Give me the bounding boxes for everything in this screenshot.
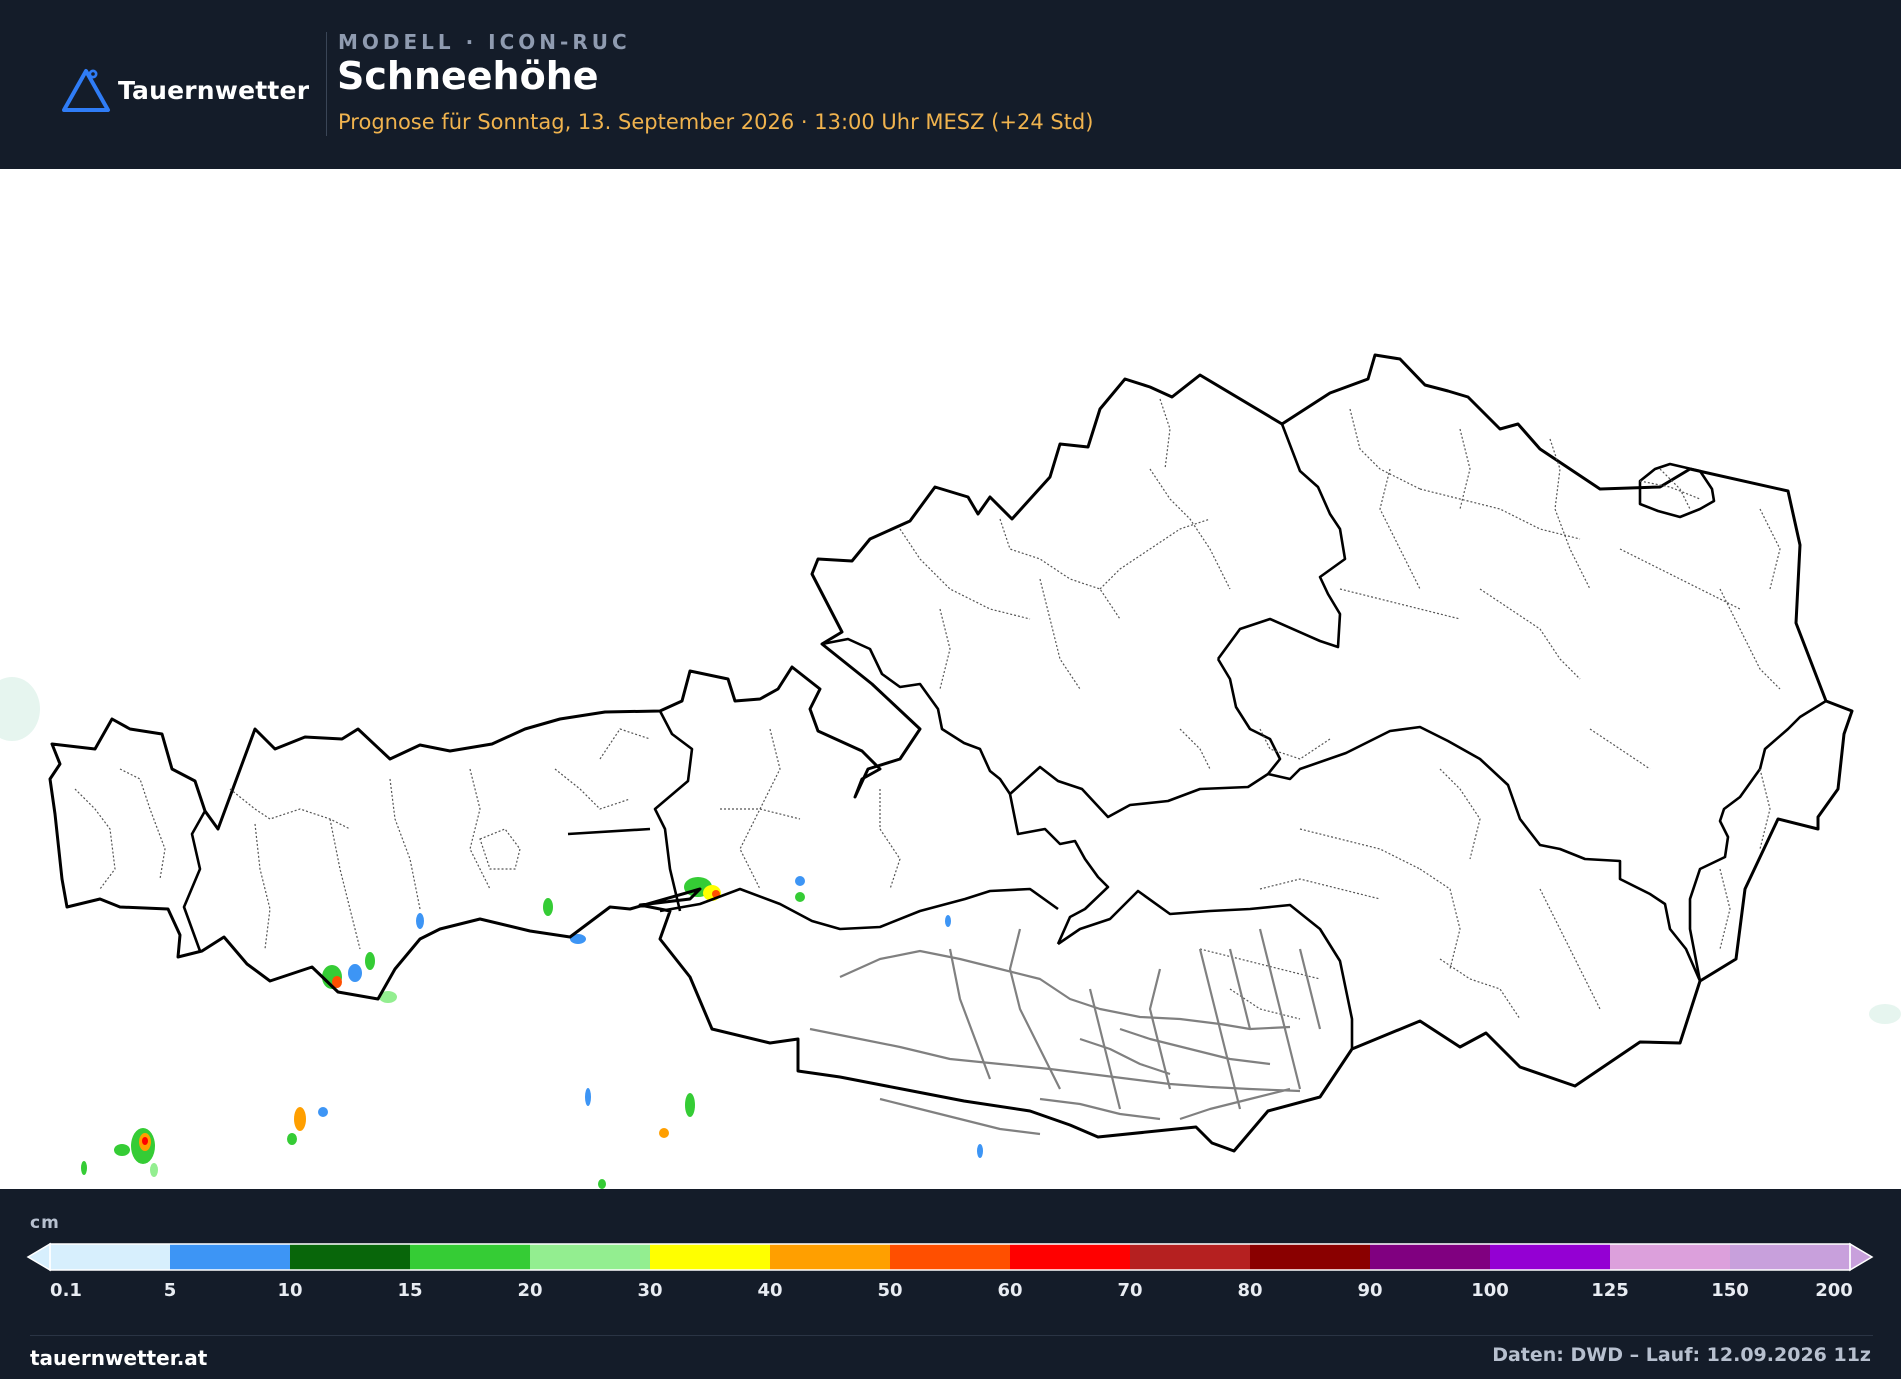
legend-color-segment: [410, 1244, 531, 1270]
legend-ticks: 0.1 5 10 15 20 30 40 50 60 70 80 90 100 125 150 200: [0, 1280, 1901, 1304]
footer-separator: [30, 1335, 1873, 1336]
snow-patch: [0, 677, 40, 741]
legend-tick-label: 150: [1711, 1280, 1749, 1301]
legend-arrow-right: [1849, 1242, 1874, 1272]
legend-tick-label: 30: [637, 1280, 663, 1301]
mountain-pin-icon: [62, 69, 110, 112]
legend-color-segment: [1130, 1244, 1251, 1270]
district-borders: [74, 398, 1781, 1020]
austria-map-svg: [0, 353, 1901, 1189]
border-tirol-salzburg-north: [567, 827, 651, 836]
border-tirol-salzburg: [653, 710, 694, 912]
state-borders: [182, 423, 1827, 1049]
legend-tick-label: 90: [1357, 1280, 1383, 1301]
legend-color-segment: [1610, 1244, 1731, 1270]
legend-unit: cm: [30, 1213, 60, 1233]
border-noe-burgenland: [1688, 699, 1827, 982]
legend-color-segment: [770, 1244, 891, 1270]
legend-tick-label: 100: [1471, 1280, 1509, 1301]
snow-depth-patches: [0, 677, 1901, 1189]
legend-tick-label: 50: [877, 1280, 903, 1301]
snow-depth-map[interactable]: [0, 169, 1901, 1189]
header-bar: Tauernwetter MODELL · ICON-RUC Schneehöh…: [0, 0, 1901, 169]
legend-color-segment: [1490, 1244, 1611, 1270]
snow-patch: [1869, 1004, 1901, 1024]
legend-color-segment: [1370, 1244, 1491, 1270]
legend-tick-label: 80: [1237, 1280, 1263, 1301]
border-vorarlberg-tirol: [182, 810, 207, 952]
snow-patch-cluster-south: [81, 1088, 983, 1189]
legend-arrow-left: [26, 1242, 51, 1272]
legend-colorbar: [26, 1242, 1874, 1272]
legend-tick-label: 40: [757, 1280, 783, 1301]
border-ooe-salzburg-stmk: [1008, 793, 1110, 945]
page-title: Schneehöhe: [337, 54, 599, 98]
legend-color-segment: [890, 1244, 1011, 1270]
header-divider: [326, 32, 327, 136]
legend-tick-label: 70: [1117, 1280, 1143, 1301]
legend-tick-label: 10: [277, 1280, 303, 1301]
legend-color-segment: [290, 1244, 411, 1270]
border-ooe-noe-north: [1216, 423, 1347, 660]
border-salzburg-ooe: [821, 637, 1012, 795]
legend-color-segment: [650, 1244, 771, 1270]
model-label: MODELL · ICON-RUC: [338, 30, 631, 54]
legend-color-segment: [50, 1244, 171, 1270]
legend-tick-label: 200: [1815, 1280, 1853, 1301]
legend-tick-label: 20: [517, 1280, 543, 1301]
legend-tick-label: 5: [163, 1280, 177, 1301]
data-credit: Daten: DWD – Lauf: 12.09.2026 11z: [1492, 1344, 1871, 1366]
legend-tick-label: 60: [997, 1280, 1023, 1301]
legend-tick-label: 15: [397, 1280, 423, 1301]
legend-color-segment: [1010, 1244, 1131, 1270]
forecast-subtitle: Prognose für Sonntag, 13. September 2026…: [338, 110, 1094, 134]
legend-tick-label: 125: [1591, 1280, 1629, 1301]
legend-color-segment: [170, 1244, 291, 1270]
brand-name: Tauernwetter: [118, 75, 310, 105]
legend-tick-label: 0.1: [50, 1280, 82, 1301]
legend-color-segment: [1730, 1244, 1851, 1270]
site-link[interactable]: tauernwetter.at: [30, 1346, 207, 1370]
border-noe-inner: [1216, 658, 1282, 775]
border-ooe-noe: [1009, 725, 1702, 982]
legend-color-segment: [530, 1244, 651, 1270]
austria-country-border: [48, 353, 1854, 1153]
legend-color-segment: [1250, 1244, 1371, 1270]
brand-logo[interactable]: Tauernwetter: [60, 66, 309, 114]
